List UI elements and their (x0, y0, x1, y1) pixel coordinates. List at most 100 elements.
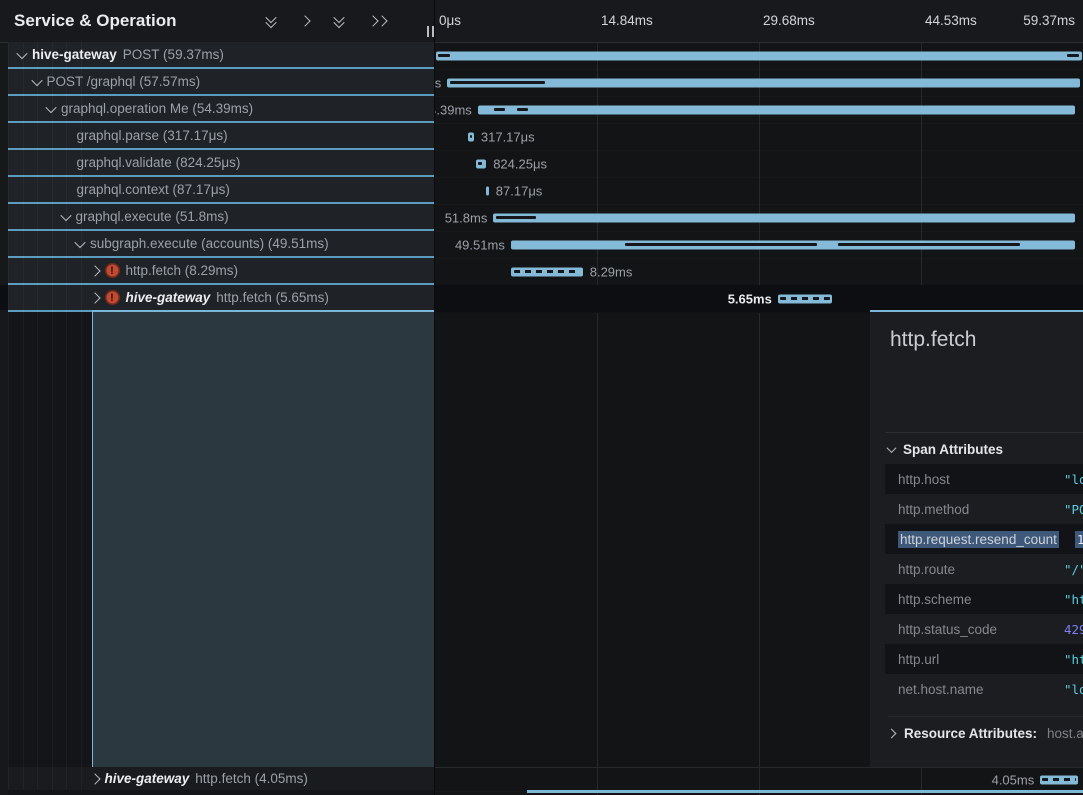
child-span-marker (450, 81, 545, 84)
collapse-all-icon[interactable] (333, 13, 345, 30)
duration-label: 57.57ms (435, 75, 441, 90)
attribute-key: http.host (898, 472, 1064, 487)
attribute-row[interactable]: http.status_code429 (885, 614, 1083, 644)
timeline-row[interactable]: 5.65ms (435, 285, 1083, 313)
attribute-row[interactable]: net.host.name"localhost" (885, 674, 1083, 704)
expand-all-icon[interactable] (367, 15, 388, 27)
span-bar[interactable] (1040, 775, 1078, 784)
timeline-row[interactable]: 87.17μs (435, 177, 1083, 205)
tree-row[interactable]: subgraph.execute (accounts) (49.51ms) (8, 231, 434, 258)
timeline-row[interactable]: 57.57ms (435, 69, 1083, 97)
attribute-row[interactable]: http.request.resend_count1 (885, 524, 1083, 554)
resource-attributes-items: host.arch=arm64host.id=BC62E13B-C4CC-585… (1047, 726, 1083, 741)
attribute-key: http.scheme (898, 592, 1064, 607)
service-operation-panel: hive-gatewayPOST (59.37ms)POST /graphql … (0, 0, 434, 795)
child-span-marker (1042, 778, 1075, 781)
tree-row[interactable]: graphql.operation Me (54.39ms) (8, 96, 434, 123)
span-attributes-header[interactable]: Span Attributes (888, 442, 1003, 457)
timeline-row[interactable] (435, 42, 1083, 70)
child-span-marker (517, 108, 528, 111)
tree-row[interactable]: !http.fetch (8.29ms) (8, 258, 434, 285)
child-span-marker (470, 135, 473, 138)
resource-attribute: host.arch=arm64 (1047, 726, 1083, 741)
attribute-key: http.request.resend_count (898, 532, 1075, 547)
timeline-row[interactable]: 824.25μs (435, 150, 1083, 178)
attribute-key: http.status_code (898, 622, 1064, 637)
resize-grip[interactable] (427, 26, 434, 37)
tree-row[interactable]: hive-gatewayPOST (59.37ms) (8, 42, 434, 69)
expand-one-icon[interactable] (299, 15, 311, 27)
operation-label: graphql.execute (51.8ms) (76, 209, 229, 224)
child-span-marker (838, 243, 1020, 246)
span-bar[interactable] (493, 213, 1075, 222)
collapse-one-icon[interactable] (265, 13, 277, 30)
child-span-marker (780, 297, 830, 300)
attribute-key: http.method (898, 502, 1064, 517)
span-bar[interactable] (476, 159, 486, 168)
attribute-value: "http://localhost:4011/" (1064, 652, 1083, 667)
span-bar[interactable] (511, 267, 583, 276)
tree-row[interactable]: graphql.validate (824.25μs) (8, 150, 434, 177)
attribute-row[interactable]: http.host"localhost:4011" (885, 464, 1083, 494)
operation-label: graphql.parse (317.17μs) (77, 128, 228, 143)
duration-label: 4.05ms (992, 772, 1035, 787)
chevron-right-icon[interactable] (89, 292, 100, 303)
ruler-tick: 14.84ms (601, 13, 653, 28)
attribute-value: "localhost:4011" (1064, 472, 1083, 487)
attribute-value: "/" (1064, 562, 1083, 577)
span-bar[interactable] (447, 78, 1079, 87)
panel-divider[interactable] (434, 0, 435, 795)
timeline-row[interactable]: 317.17μs (435, 123, 1083, 151)
span-bar[interactable] (486, 186, 489, 195)
timeline-ruler: 0μs14.84ms29.68ms44.53ms59.37ms (435, 0, 1083, 43)
attribute-row[interactable]: http.scheme"http:" (885, 584, 1083, 614)
selected-span-expanded-area (92, 310, 434, 767)
service-name: hive-gateway (126, 290, 211, 305)
resource-attributes-row[interactable]: Resource Attributes: host.arch=arm64host… (888, 716, 1083, 749)
tree-row[interactable]: graphql.context (87.17μs) (8, 177, 434, 204)
error-icon: ! (105, 263, 120, 278)
timeline-row[interactable]: 4.05ms (435, 767, 1083, 792)
indent-guide (23, 42, 24, 790)
span-bar[interactable] (468, 132, 474, 141)
service-name: hive-gateway (105, 771, 190, 786)
tree-header: Service & Operation (0, 0, 434, 43)
duration-label: 54.39ms (435, 102, 472, 117)
timeline-row[interactable]: 54.39ms (435, 96, 1083, 124)
chevron-right-icon[interactable] (89, 265, 100, 276)
duration-label: 317.17μs (481, 129, 535, 144)
tree-header-icons (265, 13, 388, 30)
operation-label: POST (59.37ms) (123, 47, 224, 62)
span-title: http.fetch (890, 328, 976, 352)
span-bar[interactable] (511, 240, 1075, 249)
timeline-row[interactable]: 8.29ms (435, 258, 1083, 286)
timeline-row[interactable]: 49.51ms (435, 231, 1083, 259)
operation-label: subgraph.execute (accounts) (49.51ms) (90, 236, 329, 251)
tree-row[interactable]: POST /graphql (57.57ms) (8, 69, 434, 96)
tree-row[interactable]: graphql.parse (317.17μs) (8, 123, 434, 150)
chevron-down-icon (887, 443, 897, 453)
attribute-key: http.route (898, 562, 1064, 577)
attribute-row[interactable]: http.route"/" (885, 554, 1083, 584)
chevron-right-icon (888, 728, 896, 738)
operation-label: http.fetch (5.65ms) (216, 290, 329, 305)
ruler-tick: 29.68ms (763, 13, 815, 28)
left-gutter (0, 42, 8, 795)
operation-label: graphql.operation Me (54.39ms) (61, 101, 253, 116)
tree-row[interactable]: ! hive-gateway http.fetch (5.65ms) (8, 285, 434, 312)
attribute-row[interactable]: http.url"http://localhost:4011/" (885, 644, 1083, 674)
timeline-panel: 57.57ms 54.39ms 317.17μs 824.25μs87.17μs51.… (435, 0, 1083, 795)
attribute-row[interactable]: http.method"POST" (885, 494, 1083, 524)
error-icon: ! (105, 290, 120, 305)
ruler-tick: 0μs (439, 13, 461, 28)
chevron-right-icon[interactable] (89, 773, 100, 784)
span-bar[interactable] (778, 294, 832, 303)
tree-row[interactable]: graphql.execute (51.8ms) (8, 204, 434, 231)
span-bar[interactable] (436, 51, 1081, 60)
tree-row[interactable]: hive-gatewayhttp.fetch (4.05ms) (8, 767, 434, 790)
span-bar[interactable] (478, 105, 1075, 114)
attribute-value: 1 (1075, 532, 1083, 547)
timeline-row[interactable]: 51.8ms (435, 204, 1083, 232)
indent-guide (37, 42, 38, 790)
indent-guide (52, 42, 53, 790)
